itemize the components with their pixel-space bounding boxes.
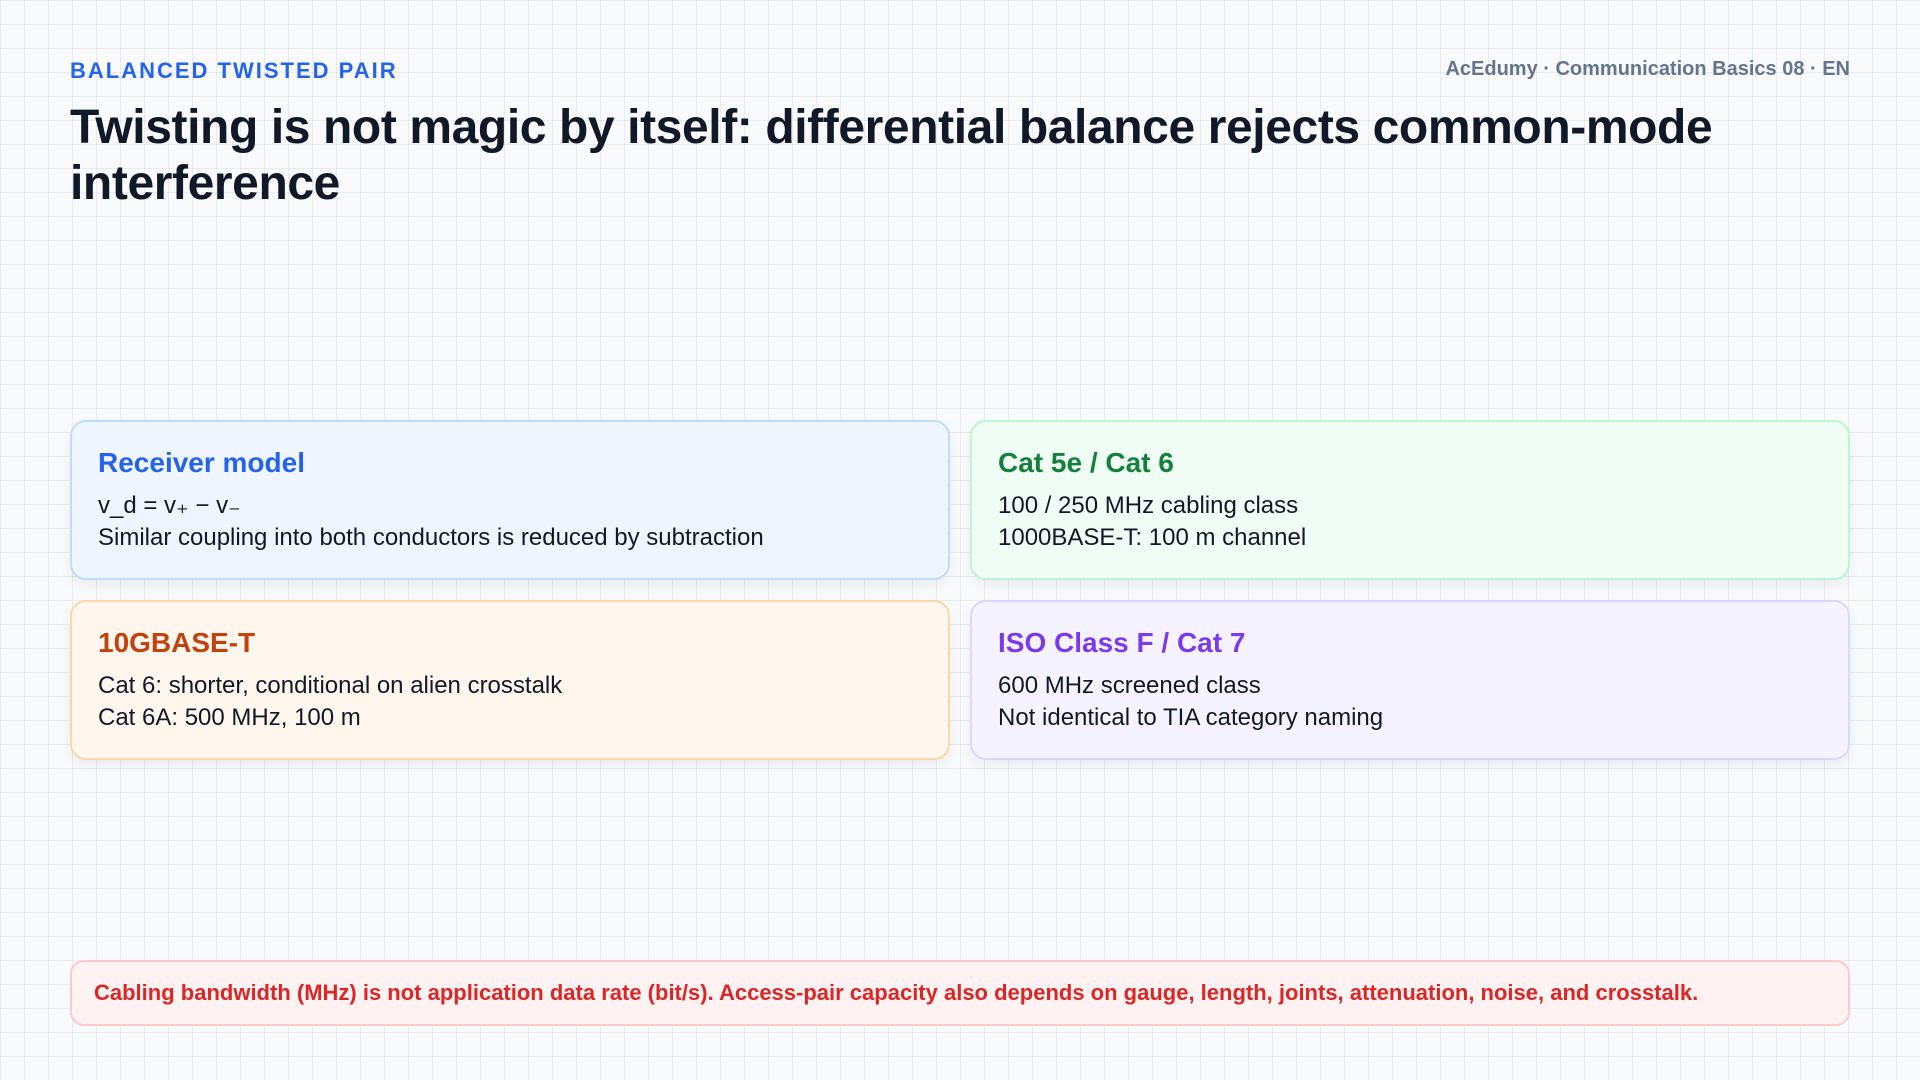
card-line: Not identical to TIA category naming	[998, 704, 1384, 731]
page-title: Twisting is not magic by itself: differe…	[70, 101, 1713, 210]
card-title: 10GBASE-T	[98, 627, 256, 658]
card-title: ISO Class F / Cat 7	[998, 627, 1246, 658]
info-card-grid: Receiver model v_d = v₊ − v₋ Similar cou…	[70, 420, 1850, 760]
card-line: v_d = v₊ − v₋	[98, 492, 241, 519]
card-cat5e-cat6: Cat 5e / Cat 6 100 / 250 MHz cabling cla…	[970, 420, 1850, 580]
card-10gbase-t: 10GBASE-T Cat 6: shorter, conditional on…	[70, 600, 950, 760]
card-line: 1000BASE-T: 100 m channel	[998, 524, 1307, 551]
card-receiver-model: Receiver model v_d = v₊ − v₋ Similar cou…	[70, 420, 950, 580]
card-line: 600 MHz screened class	[998, 672, 1261, 699]
card-line: Cat 6: shorter, conditional on alien cro…	[98, 672, 563, 699]
card-iso-class-f-cat7: ISO Class F / Cat 7 600 MHz screened cla…	[970, 600, 1850, 760]
card-line: Cat 6A: 500 MHz, 100 m	[98, 704, 361, 731]
section-kicker: BALANCED TWISTED PAIR	[70, 58, 398, 83]
warning-note: Cabling bandwidth (MHz) is not applicati…	[70, 960, 1850, 1026]
card-title: Receiver model	[98, 447, 305, 478]
course-brand: AcEdumy · Communication Basics 08 · EN	[1445, 58, 1850, 80]
card-line: 100 / 250 MHz cabling class	[998, 492, 1299, 519]
card-title: Cat 5e / Cat 6	[998, 447, 1174, 478]
card-line: Similar coupling into both conductors is…	[98, 524, 764, 551]
